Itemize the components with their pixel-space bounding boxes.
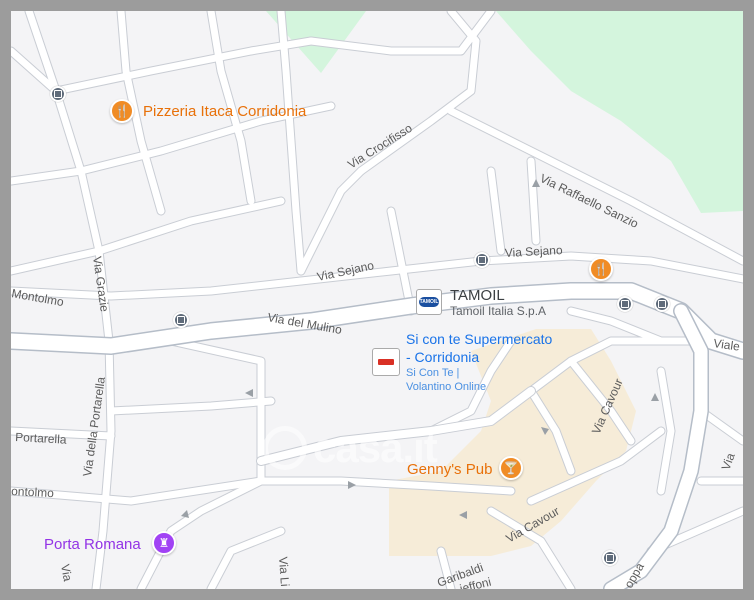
landmark-icon[interactable]: ♜ bbox=[152, 531, 176, 555]
tamoil-logo-badge: TAMOIL bbox=[419, 297, 439, 307]
street-portarella: Portarella bbox=[15, 430, 67, 447]
street-via-edge-left: Via bbox=[58, 563, 75, 583]
poi-pizzeria-label[interactable]: Pizzeria Itaca Corridonia bbox=[143, 103, 306, 120]
tamoil-logo-icon[interactable]: TAMOIL bbox=[416, 289, 442, 315]
bar-icon[interactable]: 🍸 bbox=[499, 456, 523, 480]
poi-supermercato-sub-line1: Si Con Te | bbox=[406, 367, 460, 379]
poi-porta-romana-label[interactable]: Porta Romana bbox=[44, 536, 141, 553]
supermarket-logo-icon[interactable] bbox=[372, 348, 400, 376]
bus-stop-icon[interactable] bbox=[173, 312, 189, 328]
restaurant-icon[interactable]: 🍴 bbox=[110, 99, 134, 123]
map-roads: Via Crocifisso Via Raffaello Sanzio Via … bbox=[11, 11, 743, 589]
supermarket-logo-mark bbox=[378, 359, 394, 365]
map-canvas[interactable]: Via Crocifisso Via Raffaello Sanzio Via … bbox=[11, 11, 743, 589]
bus-stop-icon[interactable] bbox=[50, 86, 66, 102]
bus-stop-icon[interactable] bbox=[617, 296, 633, 312]
poi-supermercato-sub-line2: Volantino Online bbox=[406, 381, 487, 393]
poi-tamoil-subtitle: Tamoil Italia S.p.A bbox=[450, 304, 547, 318]
street-via-grazie: Via Grazie bbox=[90, 255, 112, 313]
poi-supermercato-name-line2[interactable]: - Corridonia bbox=[406, 349, 479, 365]
street-montolmo-2: ontolmo bbox=[11, 484, 55, 500]
poi-supermercato-name-line1[interactable]: Si con te Supermercato bbox=[406, 331, 552, 347]
poi-tamoil-label[interactable]: TAMOIL bbox=[450, 287, 505, 304]
street-via-li: Via Li bbox=[276, 556, 292, 587]
street-viale-edge: Via bbox=[719, 451, 738, 472]
poi-gennys-label[interactable]: Genny's Pub bbox=[407, 461, 492, 478]
bus-stop-icon[interactable] bbox=[474, 252, 490, 268]
street-via-crocifisso: Via Crocifisso bbox=[345, 121, 415, 172]
bus-stop-icon[interactable] bbox=[602, 550, 618, 566]
restaurant-icon[interactable]: 🍴 bbox=[589, 257, 613, 281]
map-frame: Via Crocifisso Via Raffaello Sanzio Via … bbox=[0, 0, 754, 600]
watermark-icon bbox=[263, 425, 307, 470]
bus-stop-icon[interactable] bbox=[654, 296, 670, 312]
street-via-della-portarella: Via della Portarella bbox=[80, 376, 108, 478]
